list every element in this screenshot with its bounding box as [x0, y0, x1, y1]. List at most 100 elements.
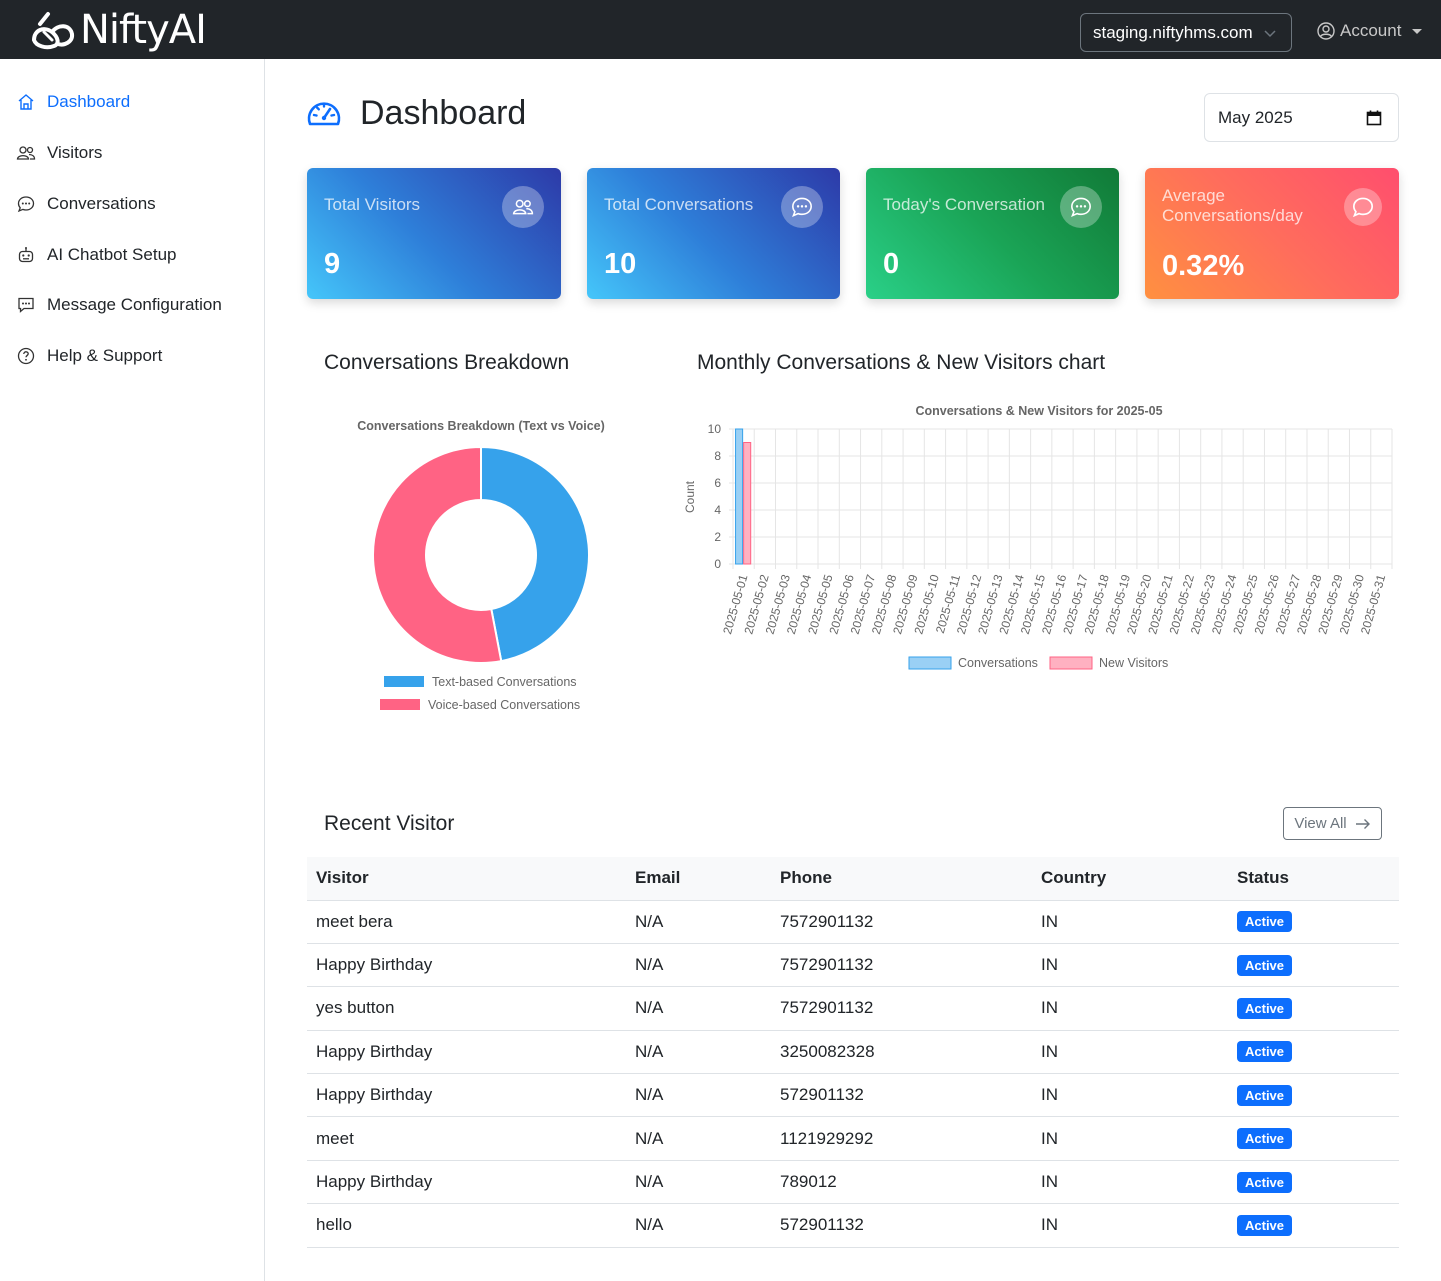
legend-label-text[interactable]: Text-based Conversations: [432, 675, 577, 689]
sidebar-item-message-configuration[interactable]: Message Configuration: [16, 292, 222, 318]
cell-phone: 572901132: [771, 1073, 1032, 1118]
chat-dots-icon: [1060, 186, 1102, 228]
nifty-logo-icon: [31, 12, 75, 50]
y-tick-label: 2: [714, 530, 721, 544]
donut-legend: Text-based Conversations Voice-based Con…: [380, 675, 580, 712]
cell-email: N/A: [626, 1203, 771, 1248]
cell-status: Active: [1228, 1030, 1399, 1075]
sidebar-item-dashboard[interactable]: Dashboard: [16, 89, 130, 115]
cell-visitor: yes button: [307, 986, 626, 1031]
cell-visitor: meet: [307, 1116, 626, 1161]
y-tick-label: 4: [714, 503, 721, 517]
cell-status: Active: [1228, 1160, 1399, 1205]
view-all-button[interactable]: View All: [1283, 807, 1382, 840]
donut-slices: [372, 445, 590, 664]
status-badge: Active: [1237, 1171, 1293, 1193]
home-icon: [16, 92, 36, 112]
bar-chart-grid: [729, 428, 1393, 569]
column-header-email: Email: [626, 857, 771, 901]
table-row[interactable]: Happy Birthday N/A 3250082328 IN Active: [307, 1030, 1399, 1075]
column-header-status: Status: [1228, 857, 1399, 901]
cell-email: N/A: [626, 1073, 771, 1118]
message-square-icon: [16, 295, 36, 315]
column-header-phone: Phone: [771, 857, 1032, 901]
conversations-breakdown-chart: Conversations Breakdown (Text vs Voice) …: [357, 419, 605, 712]
cell-status: Active: [1228, 943, 1399, 988]
domain-select[interactable]: staging.niftyhms.com: [1080, 13, 1292, 52]
table-row[interactable]: meet bera N/A 7572901132 IN Active: [307, 900, 1399, 944]
bar-conversations[interactable]: [735, 428, 744, 565]
card-label: Total Conversations: [604, 195, 754, 214]
sidebar-item-label: Dashboard: [47, 92, 131, 111]
legend-label-new-visitors[interactable]: New Visitors: [1099, 656, 1168, 670]
cell-phone: 789012: [771, 1160, 1032, 1205]
bar-chart-bars: [735, 428, 752, 565]
cell-email: N/A: [626, 943, 771, 988]
sidebar-item-conversations[interactable]: Conversations: [16, 191, 156, 217]
legend-swatch-voice: [380, 699, 420, 710]
cell-visitor: Happy Birthday: [307, 1030, 626, 1075]
y-axis-label: Count: [683, 480, 697, 513]
table-row[interactable]: Happy Birthday N/A 789012 IN Active: [307, 1160, 1399, 1205]
chat-dots-icon: [16, 194, 36, 214]
cell-visitor: Happy Birthday: [307, 943, 626, 988]
y-tick-label: 0: [714, 557, 721, 571]
cell-email: N/A: [626, 986, 771, 1031]
sidebar-item-ai-chatbot-setup[interactable]: AI Chatbot Setup: [16, 242, 176, 268]
status-badge: Active: [1237, 911, 1293, 933]
brand-logo[interactable]: NiftyAI: [30, 10, 207, 50]
card-value: 0: [883, 248, 900, 280]
sidebar-item-label: Visitors: [47, 143, 103, 162]
bar-new-visitors[interactable]: [743, 442, 752, 565]
robot-icon: [16, 245, 36, 265]
cell-country: IN: [1032, 1203, 1228, 1248]
caret-down-icon: [1412, 28, 1423, 34]
cell-status: Active: [1228, 1203, 1399, 1248]
table-row[interactable]: hello N/A 572901132 IN Active: [307, 1203, 1399, 1248]
sidebar-item-help-support[interactable]: Help & Support: [16, 343, 162, 369]
cell-email: N/A: [626, 1030, 771, 1075]
donut-slice-text[interactable]: [480, 445, 590, 663]
legend-swatch-new-visitors: [1049, 656, 1093, 670]
bar-chart-legend: Conversations New Visitors: [908, 656, 1168, 670]
table-row[interactable]: Happy Birthday N/A 7572901132 IN Active: [307, 943, 1399, 988]
legend-label-voice[interactable]: Voice-based Conversations: [428, 698, 580, 712]
cell-phone: 7572901132: [771, 943, 1032, 988]
people-icon: [502, 186, 544, 228]
people-icon: [16, 143, 36, 163]
sidebar-item-label: Message Configuration: [47, 295, 222, 314]
legend-label-conversations[interactable]: Conversations: [958, 656, 1038, 670]
card-value: 0.32%: [1162, 250, 1245, 282]
cell-country: IN: [1032, 1160, 1228, 1205]
recent-visitor-title: Recent Visitor: [324, 812, 455, 835]
breakdown-section-title: Conversations Breakdown: [324, 351, 570, 374]
table-row[interactable]: Happy Birthday N/A 572901132 IN Active: [307, 1073, 1399, 1118]
y-tick-label: 10: [708, 422, 722, 436]
table-row[interactable]: meet N/A 1121929292 IN Active: [307, 1116, 1399, 1161]
status-badge: Active: [1237, 1084, 1293, 1106]
cell-status: Active: [1228, 1073, 1399, 1118]
calendar-icon[interactable]: [1366, 110, 1382, 126]
cell-phone: 7572901132: [771, 986, 1032, 1031]
month-picker[interactable]: May 2025: [1204, 93, 1399, 142]
question-circle-icon: [16, 346, 36, 366]
column-header-country: Country: [1032, 857, 1228, 901]
card-todays-conversation: Today's Conversation 0: [866, 168, 1119, 299]
status-badge: Active: [1237, 997, 1293, 1019]
cell-phone: 572901132: [771, 1203, 1032, 1248]
page-header: Dashboard: [306, 94, 526, 133]
sidebar-item-visitors[interactable]: Visitors: [16, 140, 102, 166]
status-badge: Active: [1237, 1041, 1293, 1063]
sidebar-item-label: AI Chatbot Setup: [47, 245, 177, 264]
cell-visitor: Happy Birthday: [307, 1160, 626, 1205]
card-total-visitors: Total Visitors 9: [307, 168, 561, 299]
cell-email: N/A: [626, 1160, 771, 1205]
cell-country: IN: [1032, 1030, 1228, 1075]
table-row[interactable]: yes button N/A 7572901132 IN Active: [307, 986, 1399, 1031]
cell-phone: 7572901132: [771, 900, 1032, 944]
cell-email: N/A: [626, 1116, 771, 1161]
sidebar: Dashboard Visitors Conversations AI Chat…: [0, 59, 265, 1281]
account-dropdown[interactable]: Account: [1317, 21, 1423, 41]
arrow-right-icon: [1355, 818, 1370, 829]
sidebar-item-label: Help & Support: [47, 346, 163, 365]
